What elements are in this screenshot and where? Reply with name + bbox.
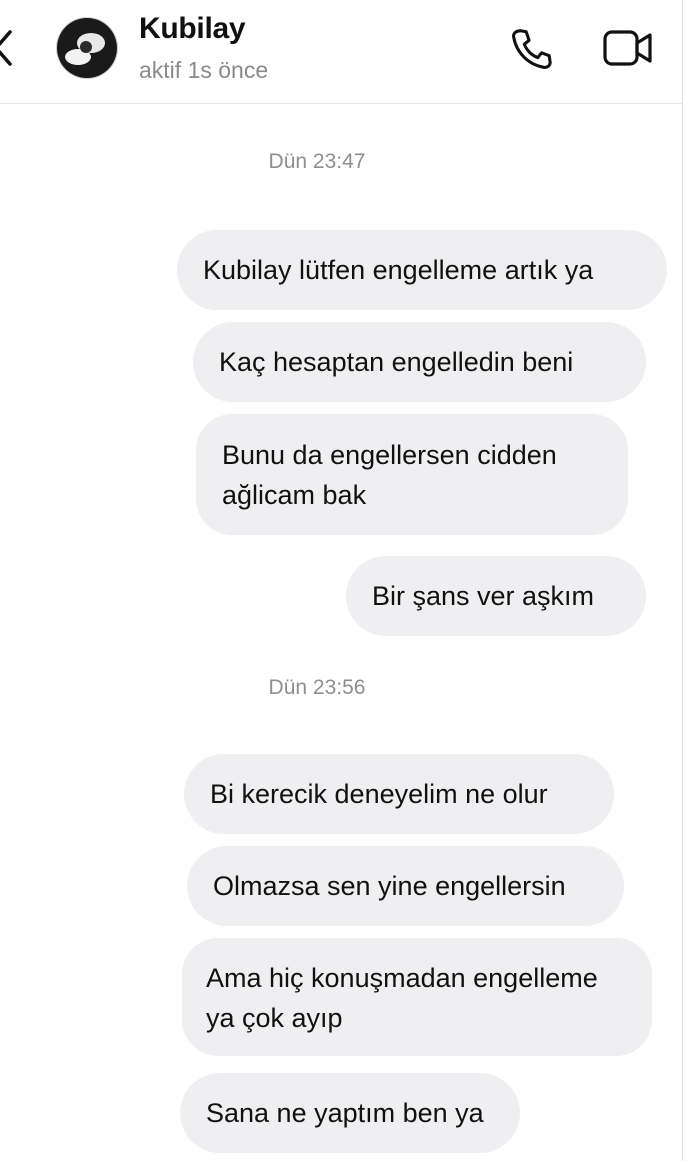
contact-name[interactable]: Kubilay	[139, 12, 246, 46]
avatar[interactable]	[56, 17, 118, 79]
video-camera-icon[interactable]	[602, 27, 654, 69]
message-bubble[interactable]: Ama hiç konuşmadan engelleme ya çok ayıp	[182, 938, 652, 1056]
message-text: Bi kerecik deneyelim ne olur	[210, 779, 548, 809]
window-edge	[682, 0, 683, 1161]
message-text-line: ya çok ayıp	[206, 1003, 343, 1033]
message-bubble[interactable]: Kaç hesaptan engelledin beni	[193, 322, 646, 402]
chat-header: Kubilay aktif 1s önce	[0, 0, 682, 104]
message-text: Kaç hesaptan engelledin beni	[219, 347, 574, 377]
message-bubble[interactable]: Sana ne yaptım ben ya	[180, 1073, 520, 1153]
message-text-line: Bunu da engellersen cidden	[222, 440, 557, 470]
timestamp: Dün 23:56	[268, 676, 366, 699]
message-bubble[interactable]: Bi kerecik deneyelim ne olur	[184, 754, 614, 834]
message-bubble[interactable]: Kubilay lütfen engelleme artık ya	[177, 230, 667, 310]
chevron-left-icon[interactable]	[0, 28, 14, 68]
message-bubble[interactable]: Bunu da engellersen cidden ağlicam bak	[196, 414, 628, 535]
message-text-line: Ama hiç konuşmadan engelleme	[206, 963, 598, 993]
message-text: Bir şans ver aşkım	[372, 581, 595, 611]
avatar-image	[56, 17, 118, 79]
phone-icon[interactable]	[508, 26, 554, 72]
message-bubble[interactable]: Bir şans ver aşkım	[346, 556, 646, 636]
message-text: Sana ne yaptım ben ya	[206, 1098, 484, 1128]
active-status: aktif 1s önce	[139, 57, 269, 83]
timestamp: Dün 23:47	[268, 150, 366, 173]
message-text-line: ağlicam bak	[222, 480, 367, 510]
message-bubble[interactable]: Olmazsa sen yine engellersin	[187, 846, 624, 926]
message-text: Olmazsa sen yine engellersin	[213, 871, 566, 901]
message-text: Kubilay lütfen engelleme artık ya	[203, 255, 594, 285]
